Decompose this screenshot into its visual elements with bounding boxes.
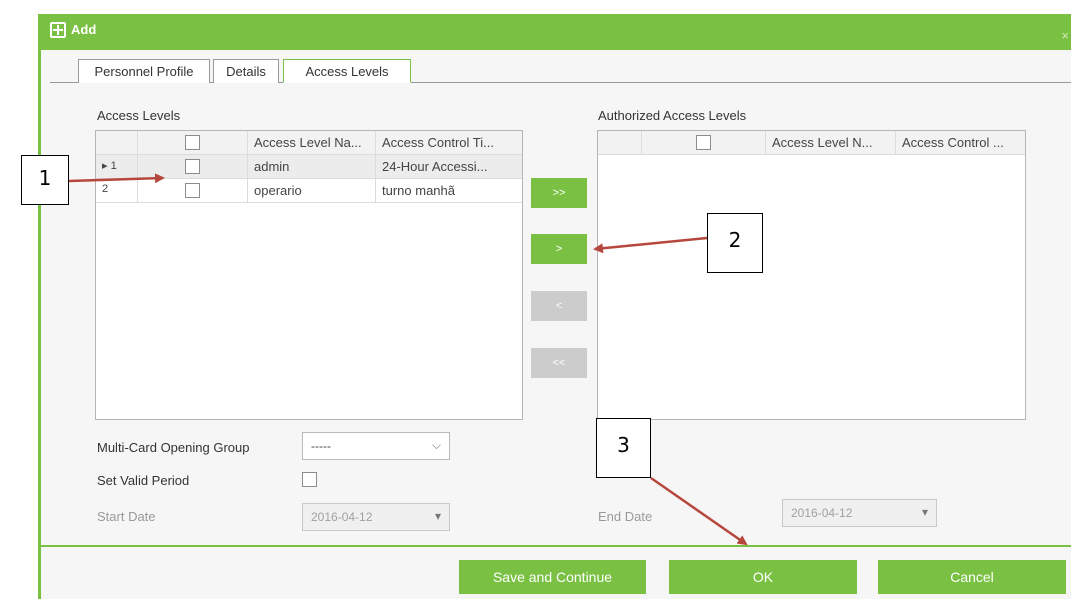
arrow-1 xyxy=(68,173,165,184)
arrow-3 xyxy=(650,476,748,546)
arrow-2 xyxy=(593,236,708,254)
annotation-arrows xyxy=(68,173,748,546)
